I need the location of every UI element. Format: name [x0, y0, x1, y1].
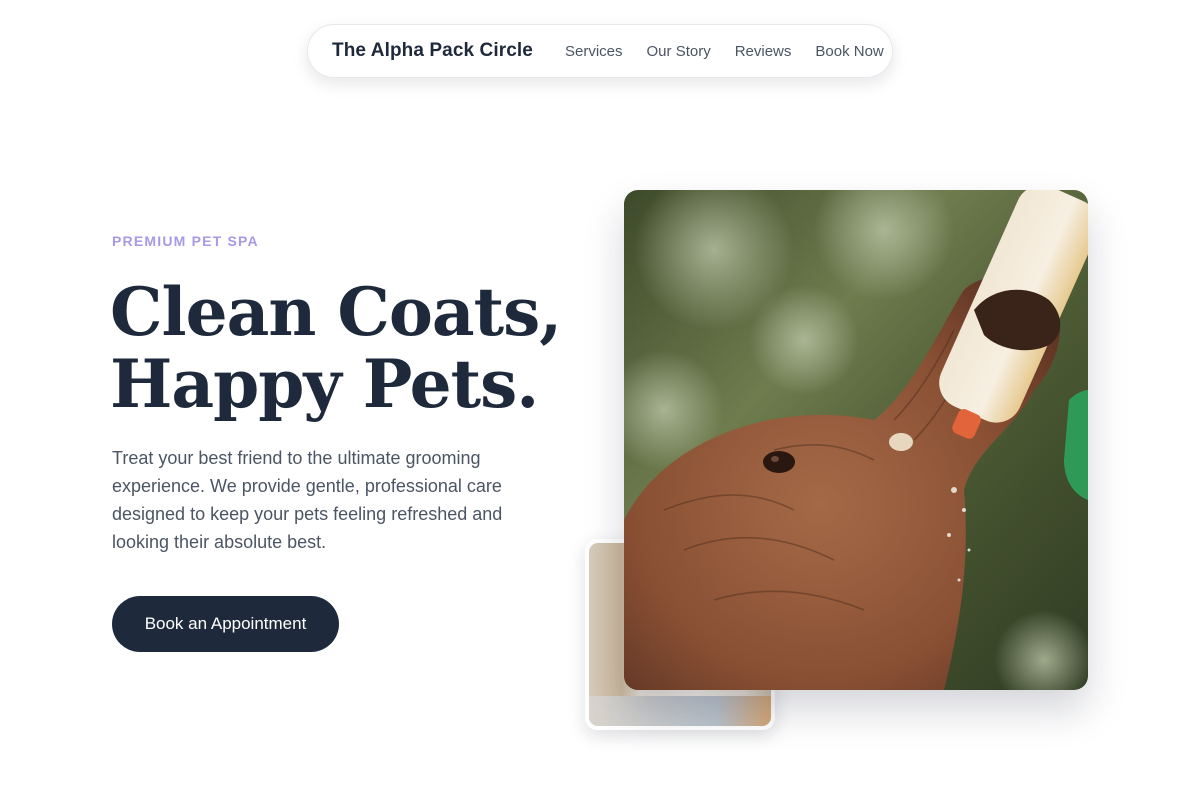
hero-headline: Clean Coats, Happy Pets.	[110, 276, 590, 420]
nav-link-book-now[interactable]: Book Now	[815, 43, 883, 60]
nav-link-services[interactable]: Services	[565, 43, 623, 60]
top-navigation: The Alpha Pack Circle Services Our Story…	[307, 24, 893, 78]
hero-photo-elephant	[624, 190, 1088, 690]
nav-link-reviews[interactable]: Reviews	[735, 43, 792, 60]
headline-line-2: Happy Pets.	[110, 345, 539, 423]
hero-eyebrow: PREMIUM PET SPA	[112, 233, 259, 249]
headline-line-1: Clean Coats,	[110, 273, 562, 351]
book-appointment-button[interactable]: Book an Appointment	[112, 596, 339, 652]
brand-logo-text[interactable]: The Alpha Pack Circle	[332, 40, 533, 62]
elephant-bottle-feeding-image	[624, 190, 1088, 690]
nav-links: Services Our Story Reviews Book Now	[565, 43, 884, 60]
nav-link-our-story[interactable]: Our Story	[647, 43, 711, 60]
hero-description: Treat your best friend to the ultimate g…	[112, 448, 503, 552]
